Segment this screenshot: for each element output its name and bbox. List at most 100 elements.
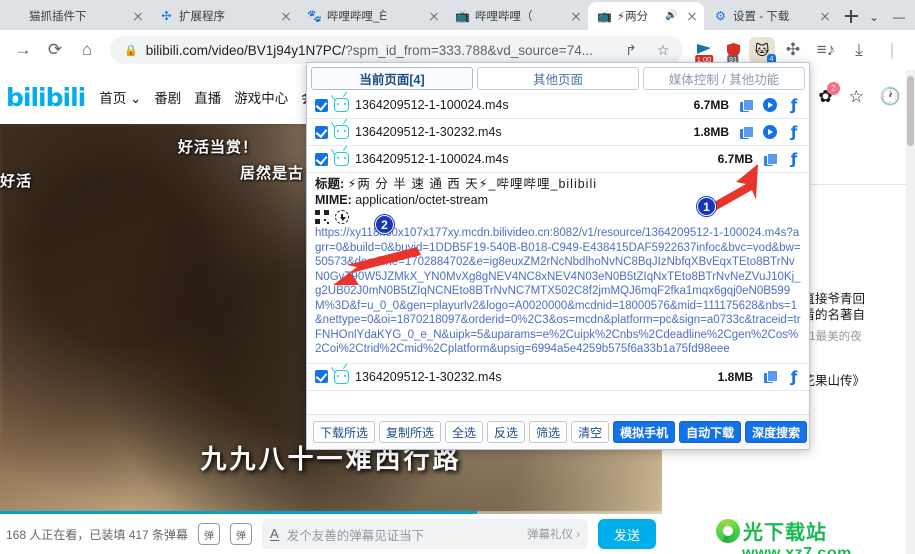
adblock-icon[interactable]: 91 [720, 37, 746, 64]
reload-icon[interactable]: ⟳ [40, 35, 70, 65]
tab-media-control[interactable]: 媒体控制 / 其他功能 [643, 67, 805, 90]
detail-title-line: 标题: ⚡两 分 半 速 通 西 天⚡_哔哩哔哩_bilibili [315, 176, 801, 192]
tab-favicon-0 [9, 9, 24, 24]
detail-url-text[interactable]: https://xy118x60x107x177xy.mcdn.bilivide… [315, 225, 801, 359]
danmu-text-0: 好活 [0, 173, 33, 190]
bilibili-nav-right: ✿ 2 ☆ 🕐 [818, 82, 909, 107]
invert-selection-button[interactable]: 反选 [487, 421, 526, 443]
row-filename-2: 1364209512-1-100024.m4s [355, 152, 509, 166]
danmu-text-2: 居然是古 [240, 165, 305, 182]
browser-tab-2[interactable]: 🐾 哔哩哔哩_È [298, 2, 446, 30]
row-checkbox-2[interactable] [315, 152, 328, 166]
upload-icon[interactable]: ✿ 2 [818, 82, 840, 107]
address-bar[interactable]: 🔒 bilibili.com/video/BV1j94y1N7PC/?spm_i… [110, 36, 683, 64]
download-selected-button[interactable]: 下载所选 [313, 421, 376, 443]
select-all-button[interactable]: 全选 [445, 421, 484, 443]
danmu-settings-icon[interactable]: 弹 [198, 523, 221, 545]
danmu-etiquette-link[interactable]: 弹幕礼仪 › [527, 526, 580, 542]
play-icon-0[interactable] [761, 96, 779, 114]
tab-title-3: 哔哩哔哩（ [475, 11, 533, 23]
tab-close-icon-1[interactable] [278, 8, 294, 24]
cat-catch-icon-1[interactable]: ƒ [785, 123, 803, 141]
address-bar-query: ?spm_id_from=333.788&vd_source=74... [345, 42, 593, 58]
tab-audio-icon[interactable]: 🔊 [664, 9, 679, 24]
resource-row-3[interactable]: 1364209512-1-30232.m4s 1.8MB ƒ [307, 363, 809, 391]
nav-item-live[interactable]: 直播 [194, 87, 221, 107]
browser-tab-0[interactable]: 猫抓插件下 [0, 2, 150, 30]
browser-tab-5[interactable]: ⚙ 设置 - 下载 [704, 2, 837, 30]
copy-icon-2[interactable] [761, 150, 779, 168]
cat-catch-icon[interactable]: 🐱 4 [749, 37, 776, 64]
resource-row-2-selected[interactable]: 1364209512-1-100024.m4s 6.7MB ƒ [307, 145, 809, 173]
danmu-text-1: 好活当赏！ [178, 139, 259, 156]
bilibili-logo[interactable]: bilibili [6, 83, 86, 112]
tab-close-icon-3[interactable] [568, 8, 584, 24]
address-bar-url: bilibili.com/video/BV1j94y1N7PC/?spm_id_… [145, 42, 593, 58]
detail-title-value: ⚡两 分 半 速 通 西 天⚡_哔哩哔哩_bilibili [347, 177, 598, 191]
tab-close-icon-2[interactable] [426, 8, 442, 24]
row-checkbox-0[interactable] [315, 98, 328, 112]
window-chevron-icon[interactable]: ⌄ [869, 10, 879, 24]
simulate-mobile-button[interactable]: 模拟手机 [613, 421, 676, 443]
popup-tabs: 当前页面[4] 其他页面 媒体控制 / 其他功能 [307, 63, 809, 92]
window-minimize-icon[interactable]: — [893, 10, 905, 24]
tab-current-page[interactable]: 当前页面[4] [311, 67, 473, 90]
forward-arrow-icon[interactable]: → [8, 35, 38, 65]
danmu-style-icon[interactable]: 弹 [230, 523, 253, 545]
resource-row-0[interactable]: 1364209512-1-100024.m4s 6.7MB ƒ [307, 92, 809, 119]
tab-title-1: 扩展程序 [179, 11, 225, 23]
new-tab-button[interactable] [837, 2, 865, 30]
reading-list-icon[interactable]: ≡♪ [811, 35, 841, 65]
baidu-icon: 🐾 [307, 9, 322, 23]
gear-icon: ⚙ [715, 9, 726, 23]
detail-title-label: 标题: [315, 177, 345, 191]
video-speed-icon[interactable]: 1.00 [691, 37, 717, 64]
puzzle-icon[interactable]: ✣ [778, 35, 808, 65]
resource-row-1[interactable]: 1364209512-1-30232.m4s 1.8MB ƒ [307, 118, 809, 146]
download-icon[interactable]: ⤓ [844, 35, 874, 65]
download-circle-icon[interactable] [335, 210, 349, 224]
page-scrollbar[interactable] [906, 70, 915, 554]
copy-icon-1[interactable] [737, 123, 755, 141]
play-icon-1[interactable] [761, 123, 779, 141]
nav-item-bangumi[interactable]: 番剧 [154, 87, 181, 107]
browser-tab-3[interactable]: 📺 哔哩哔哩（ [446, 2, 588, 30]
danmu-input[interactable]: A 发个友善的弹幕见证当下 弹幕礼仪 › [262, 519, 588, 549]
tab-other-pages[interactable]: 其他页面 [477, 67, 639, 90]
copy-selected-button[interactable]: 复制所选 [379, 421, 442, 443]
home-icon[interactable]: ⌂ [72, 35, 102, 65]
copy-icon-0[interactable] [737, 96, 755, 114]
deep-search-button[interactable]: 深度搜索 [745, 421, 808, 443]
danmu-send-button[interactable]: 发送 [598, 519, 656, 549]
nav-item-games[interactable]: 游戏中心 [234, 87, 288, 107]
tab-close-icon-5[interactable] [817, 8, 833, 24]
history-clock-icon[interactable]: 🕐 [880, 87, 901, 107]
bilibili-favicon-2 [330, 145, 353, 166]
star-icon[interactable]: ☆ [651, 38, 675, 62]
cat-catch-icon-3[interactable]: ƒ [785, 368, 803, 386]
filter-button[interactable]: 筛选 [529, 421, 568, 443]
scrollbar-thumb[interactable] [907, 76, 914, 146]
browser-tab-1[interactable]: ✣ 扩展程序 [150, 2, 298, 30]
tab-close-icon-4[interactable] [684, 8, 700, 24]
puzzle-icon: ✣ [161, 9, 172, 23]
row-filesize-3: 1.8MB [717, 369, 753, 384]
cat-catch-icon-2[interactable]: ƒ [785, 150, 803, 168]
browser-tab-4-active[interactable]: 📺 ⚡两分 🔊 [588, 2, 704, 30]
tab-close-icon-0[interactable] [130, 8, 146, 24]
qr-code-icon[interactable] [315, 210, 329, 224]
row-checkbox-3[interactable] [315, 370, 328, 383]
detail-action-icons [315, 210, 801, 224]
share-icon[interactable]: ↱ [619, 38, 643, 62]
danmu-send-bar: 168 人正在看，已装填 417 条弹幕 弹 弹 A 发个友善的弹幕见证当下 弹… [0, 514, 662, 554]
row-filename-3: 1364209512-1-30232.m4s [355, 369, 502, 384]
cat-catch-icon-0[interactable]: ƒ [785, 96, 803, 114]
clear-button[interactable]: 清空 [571, 421, 610, 443]
auto-download-button[interactable]: 自动下载 [679, 421, 742, 443]
row-checkbox-1[interactable] [315, 125, 328, 139]
nav-item-home[interactable]: 首页 ⌄ [99, 87, 141, 107]
lock-icon[interactable]: 🔒 [124, 44, 138, 57]
font-A-icon[interactable]: A [270, 527, 279, 541]
favorite-star-icon[interactable]: ☆ [849, 87, 864, 107]
copy-icon-3[interactable] [761, 368, 779, 386]
